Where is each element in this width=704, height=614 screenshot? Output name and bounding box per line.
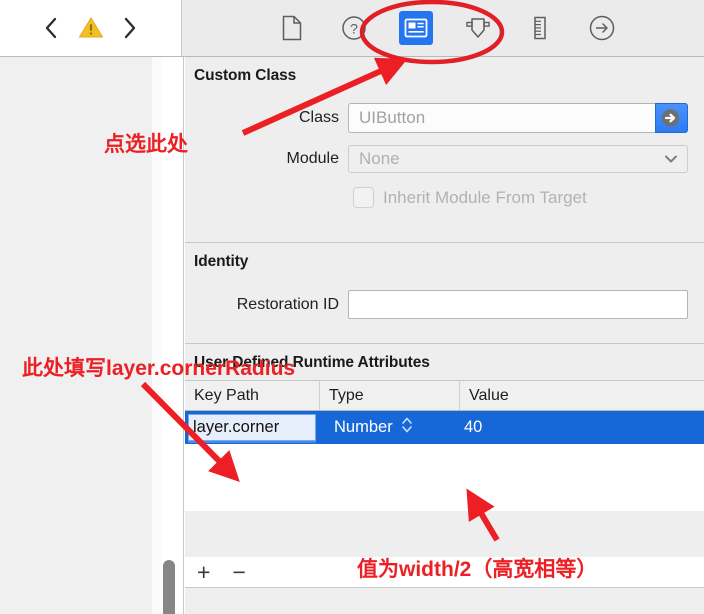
toolbar: ? (0, 0, 704, 57)
ruler-icon[interactable] (523, 11, 557, 45)
custom-class-section-title: Custom Class (194, 67, 297, 84)
type-value: Number (334, 418, 393, 436)
column-header-key-path[interactable]: Key Path (185, 381, 320, 410)
remove-attribute-button[interactable]: − (232, 560, 245, 584)
annotation-text-fill-keypath: 此处填写layer.cornerRadius (22, 357, 296, 380)
class-label: Class (298, 109, 339, 126)
issue-navigator-controls (0, 0, 182, 56)
bottom-strip (185, 587, 704, 614)
warning-triangle-icon[interactable] (78, 16, 104, 40)
module-label: Module (286, 150, 339, 167)
cell-key-path[interactable]: layer.corner (185, 414, 320, 441)
xcode-identity-inspector-screenshot: ? Custom Class Class UIButton Module Non… (0, 0, 704, 614)
inherit-module-checkbox[interactable] (353, 187, 374, 208)
inherit-module-row[interactable]: Inherit Module From Target (185, 187, 704, 208)
runtime-attributes-table-header: Key Path Type Value (185, 380, 704, 411)
annotation-text-value-note: 值为width/2（高宽相等） (357, 558, 598, 581)
module-select-value: None (359, 149, 400, 168)
restoration-id-label: Restoration ID (236, 295, 339, 313)
identity-inspector-panel: Custom Class Class UIButton Module None … (185, 57, 704, 614)
chevron-down-icon[interactable] (664, 149, 678, 169)
module-select[interactable]: None (348, 145, 688, 173)
class-input[interactable]: UIButton (348, 103, 655, 133)
annotation-text-click-here: 点选此处 (104, 133, 188, 156)
cell-type[interactable]: Number (320, 416, 460, 439)
chevron-right-icon[interactable] (122, 16, 138, 40)
up-down-stepper-icon[interactable] (401, 416, 413, 439)
restoration-id-input[interactable] (348, 290, 688, 319)
arrow-right-circle-icon[interactable] (585, 11, 619, 45)
identity-section-title: Identity (194, 253, 249, 270)
table-row[interactable]: layer.corner Number 40 (185, 411, 704, 444)
vertical-scrollbar[interactable] (163, 560, 175, 614)
document-icon[interactable] (275, 11, 309, 45)
restoration-id-row: Restoration ID (185, 290, 704, 319)
question-mark-circle-icon[interactable]: ? (337, 11, 371, 45)
column-header-type[interactable]: Type (320, 381, 460, 410)
inherit-module-label: Inherit Module From Target (383, 187, 587, 207)
runtime-attributes-table-body: layer.corner Number 40 (185, 411, 704, 511)
chevron-left-icon[interactable] (44, 16, 60, 40)
class-row: Class UIButton (185, 103, 704, 133)
identity-card-icon[interactable] (399, 11, 433, 45)
cell-value[interactable]: 40 (460, 418, 704, 437)
column-header-value[interactable]: Value (460, 381, 704, 410)
attributes-slider-icon[interactable] (461, 11, 495, 45)
inspector-selector-bar: ? (183, 0, 704, 56)
key-path-input[interactable]: layer.corner (188, 414, 316, 441)
module-row: Module None (185, 145, 704, 173)
jump-to-definition-icon[interactable] (661, 109, 680, 128)
class-combo[interactable]: UIButton (348, 103, 688, 133)
svg-text:?: ? (350, 21, 358, 37)
scrollbar-thumb[interactable] (163, 560, 175, 614)
add-attribute-button[interactable]: + (197, 560, 210, 584)
